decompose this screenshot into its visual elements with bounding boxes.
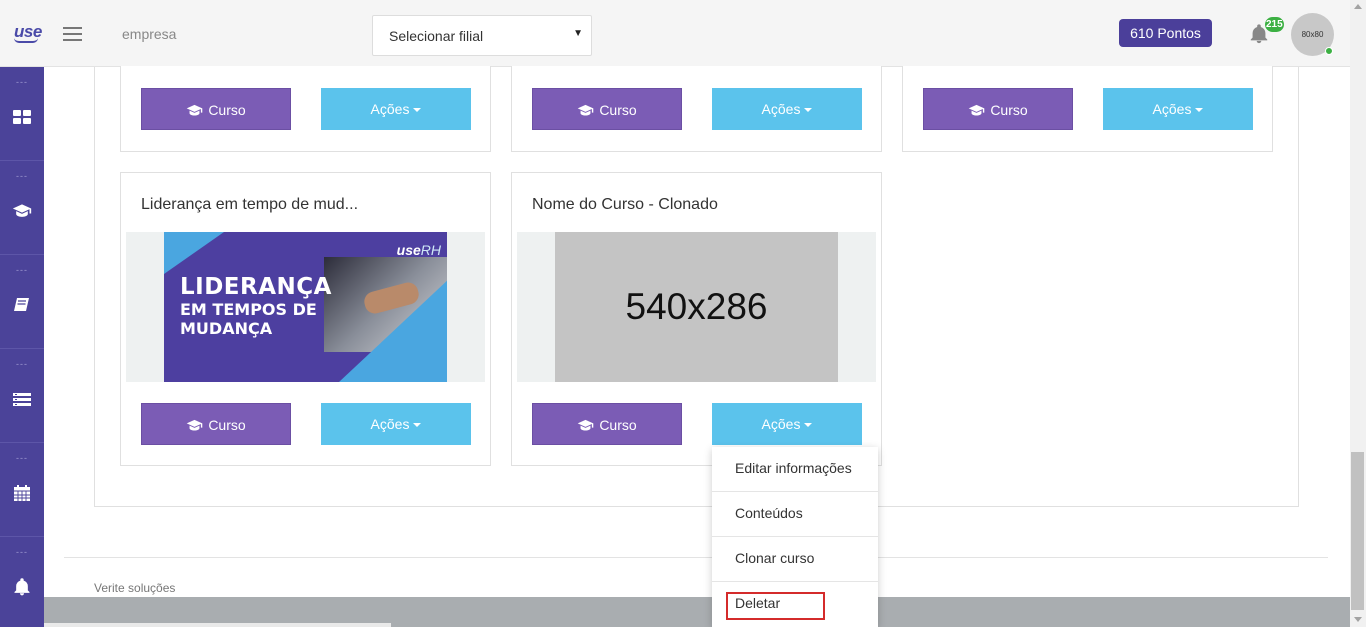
dashboard-grid-icon[interactable] [12, 107, 32, 127]
graduation-cap-icon[interactable] [12, 201, 32, 221]
delete-highlight-box [726, 592, 825, 620]
sidebar-item-courses[interactable]: --- [0, 161, 44, 255]
caret-down-icon [1195, 108, 1204, 113]
sidebar-separator: --- [16, 171, 28, 181]
actions-button[interactable]: Ações [321, 403, 471, 445]
course-card: Curso Ações [902, 66, 1273, 152]
sidebar-separator: --- [16, 77, 28, 87]
sidebar: --- --- --- --- --- --- [0, 67, 44, 627]
top-bar: use empresa Selecionar filial ▼ 610 Pont… [0, 0, 1350, 67]
scroll-up-arrow-icon[interactable] [1354, 4, 1362, 9]
company-name: empresa [122, 26, 177, 42]
course-button[interactable]: Curso [923, 88, 1073, 130]
book-icon[interactable] [12, 295, 32, 315]
course-button-label: Curso [208, 102, 246, 118]
actions-button-label: Ações [761, 416, 801, 432]
course-image[interactable]: useRH LIDERANÇA EM TEMPOS DE MUDANÇA [126, 232, 485, 382]
course-button-label: Curso [599, 102, 637, 118]
footer-text: Verite soluções [94, 581, 176, 595]
banner-line: EM TEMPOS DE [180, 300, 317, 319]
branch-select[interactable]: Selecionar filial ▼ [372, 15, 592, 56]
footer-divider [64, 557, 1328, 558]
actions-button-label: Ações [1152, 101, 1192, 117]
actions-button-label: Ações [370, 416, 410, 432]
actions-button-label: Ações [370, 101, 410, 117]
bell-icon[interactable] [12, 577, 32, 597]
course-image[interactable]: 540x286 [517, 232, 876, 382]
banner-line: MUDANÇA [180, 319, 273, 338]
course-banner: useRH LIDERANÇA EM TEMPOS DE MUDANÇA [164, 232, 447, 382]
course-card: Nome do Curso - Clonado 540x286 Curso Aç… [511, 172, 882, 466]
online-status-indicator [1325, 47, 1333, 55]
menu-item-delete[interactable]: Deletar [712, 582, 878, 627]
actions-button[interactable]: Ações [712, 403, 862, 445]
caret-down-icon [804, 108, 813, 113]
branch-select-value: Selecionar filial [389, 28, 484, 44]
logo-swoosh [14, 38, 38, 43]
sidebar-item-list[interactable]: --- [0, 349, 44, 443]
caret-down-icon [804, 423, 813, 428]
actions-dropdown-menu: Editar informações Conteúdos Clonar curs… [712, 447, 878, 627]
actions-button[interactable]: Ações [712, 88, 862, 130]
menu-item-edit-info[interactable]: Editar informações [712, 447, 878, 492]
menu-toggle-icon[interactable] [63, 27, 82, 41]
menu-item-clone-course[interactable]: Clonar curso [712, 537, 878, 582]
actions-button-label: Ações [761, 101, 801, 117]
calendar-icon[interactable] [12, 483, 32, 503]
banner-decoration [164, 232, 224, 274]
course-button-label: Curso [208, 417, 246, 433]
banner-line: LIDERANÇA [180, 274, 332, 300]
menu-item-contents[interactable]: Conteúdos [712, 492, 878, 537]
graduation-cap-icon [187, 104, 203, 116]
course-card: Curso Ações [511, 66, 882, 152]
sidebar-separator: --- [16, 265, 28, 275]
points-badge[interactable]: 610 Pontos [1119, 19, 1212, 47]
course-button-label: Curso [599, 417, 637, 433]
scrollbar-thumb[interactable] [1351, 452, 1364, 610]
graduation-cap-icon [578, 104, 594, 116]
image-placeholder: 540x286 [555, 232, 838, 382]
course-button[interactable]: Curso [532, 403, 682, 445]
sidebar-separator: --- [16, 359, 28, 369]
select-arrow-icon: ▼ [573, 28, 583, 39]
banner-brand-logo: useRH [396, 242, 441, 258]
page: use empresa Selecionar filial ▼ 610 Pont… [0, 0, 1366, 627]
sidebar-item-dashboard[interactable]: --- [0, 67, 44, 161]
course-button-label: Curso [990, 102, 1028, 118]
graduation-cap-icon [187, 419, 203, 431]
caret-down-icon [413, 423, 422, 428]
sidebar-separator: --- [16, 453, 28, 463]
notification-count-badge: 215 [1265, 17, 1284, 32]
course-title: Nome do Curso - Clonado [532, 196, 718, 213]
course-title: Liderança em tempo de mud... [141, 196, 359, 213]
actions-button[interactable]: Ações [1103, 88, 1253, 130]
sidebar-item-calendar[interactable]: --- [0, 443, 44, 537]
sidebar-item-notifications[interactable]: --- [0, 537, 44, 627]
course-card: Liderança em tempo de mud... useRH LIDER… [120, 172, 491, 466]
scroll-down-arrow-icon[interactable] [1354, 617, 1362, 622]
banner-text: LIDERANÇA EM TEMPOS DE MUDANÇA [180, 276, 332, 337]
caret-down-icon [413, 108, 422, 113]
sidebar-separator: --- [16, 547, 28, 557]
bottom-bar-segment [44, 623, 391, 627]
graduation-cap-icon [969, 104, 985, 116]
list-icon[interactable] [12, 389, 32, 409]
actions-button[interactable]: Ações [321, 88, 471, 130]
course-card: Curso Ações [120, 66, 491, 152]
course-button[interactable]: Curso [141, 88, 291, 130]
course-button[interactable]: Curso [141, 403, 291, 445]
sidebar-item-library[interactable]: --- [0, 255, 44, 349]
graduation-cap-icon [578, 419, 594, 431]
course-button[interactable]: Curso [532, 88, 682, 130]
